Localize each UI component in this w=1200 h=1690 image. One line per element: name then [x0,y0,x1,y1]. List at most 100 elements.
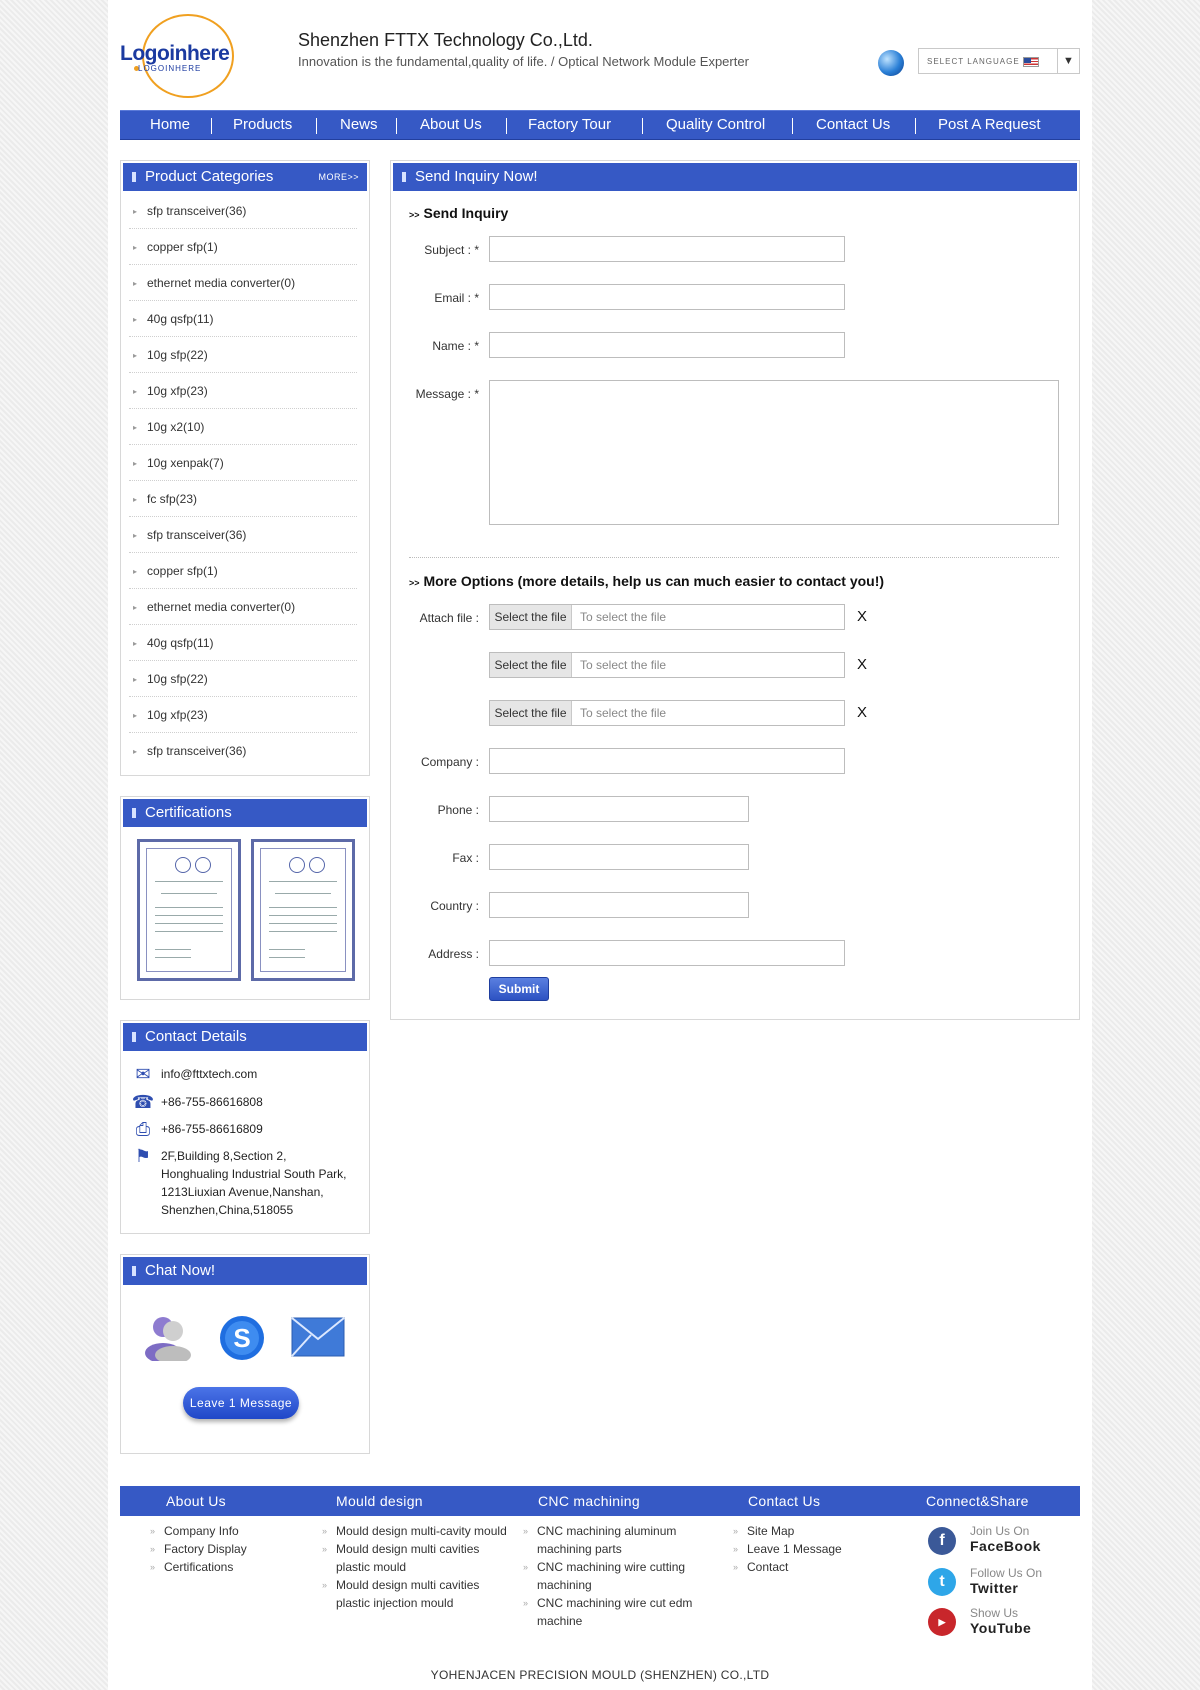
file-input[interactable]: Select the file To select the file [489,652,845,678]
footer-link-text: Leave 1 Message [747,1542,842,1556]
nav-home[interactable]: Home [150,111,190,139]
us-flag-icon [1023,57,1039,67]
certificate-line [155,957,191,958]
footer-link-cnc[interactable]: machine [537,1612,582,1630]
category-item[interactable]: ▸ sfp transceiver(36) [129,517,357,553]
remove-file-button[interactable]: X [857,608,867,625]
certificate-line [161,893,217,894]
category-item[interactable]: ▸ ethernet media converter(0) [129,589,357,625]
footer-link-leave-message[interactable]: » Leave 1 Message [733,1540,842,1558]
certificate-frame [146,848,232,972]
nav-products[interactable]: Products [233,111,292,139]
footer-link-company-info[interactable]: » Company Info [150,1522,239,1540]
select-file-button[interactable]: Select the file [490,605,572,629]
category-label: 10g sfp(22) [147,672,208,686]
certificate-line [269,915,337,916]
chevron-right-icon: ▸ [133,747,138,756]
category-item[interactable]: ▸ 10g x2(10) [129,409,357,445]
category-label: 10g xfp(23) [147,708,208,722]
certificate-image[interactable] [251,839,355,981]
category-item[interactable]: ▸ ethernet media converter(0) [129,265,357,301]
message-textarea[interactable] [489,380,1059,525]
footer-link-text: CNC machining wire cutting [537,1560,686,1574]
category-item[interactable]: ▸ 10g sfp(22) [129,337,357,373]
category-item[interactable]: ▸ 10g xfp(23) [129,697,357,733]
category-item[interactable]: ▸ 10g sfp(22) [129,661,357,697]
category-item[interactable]: ▸ 40g qsfp(11) [129,625,357,661]
contact-email[interactable]: info@fttxtech.com [161,1065,257,1083]
twitter-icon[interactable]: t [928,1568,956,1596]
footer-link-mould[interactable]: » Mould design multi cavities [322,1540,479,1558]
leave-message-button[interactable]: Leave 1 Message [183,1387,299,1419]
nav-post-a-request[interactable]: Post A Request [938,111,1041,139]
footer-link-site-map[interactable]: » Site Map [733,1522,794,1540]
category-item[interactable]: ▸ copper sfp(1) [129,229,357,265]
company-input[interactable] [489,748,845,774]
chat-now-title: Chat Now! [123,1257,367,1285]
name-input[interactable] [489,332,845,358]
contact-fax: +86-755-86616809 [161,1122,263,1136]
category-item[interactable]: ▸ sfp transceiver(36) [129,193,357,229]
file-input[interactable]: Select the file To select the file [489,604,845,630]
footer-link-mould[interactable]: plastic injection mould [336,1594,453,1612]
youtube-icon[interactable]: ▶ [928,1608,956,1636]
nav-contact-us[interactable]: Contact Us [816,111,890,139]
certificate-seal-icon [309,857,325,873]
file-placeholder: To select the file [580,610,667,624]
name-label: Name : * [432,339,479,353]
country-input[interactable] [489,892,749,918]
chevron-right-icon: ▸ [133,423,138,432]
category-item[interactable]: ▸ 40g qsfp(11) [129,301,357,337]
category-item[interactable]: ▸ sfp transceiver(36) [129,733,357,769]
remove-file-button[interactable]: X [857,656,867,673]
email-input[interactable] [489,284,845,310]
footer-cnc-title: CNC machining [538,1493,640,1509]
footer-link-certifications[interactable]: » Certifications [150,1558,233,1576]
footer-link-cnc[interactable]: machining parts [537,1540,622,1558]
phone-input[interactable] [489,796,749,822]
submit-button[interactable]: Submit [489,977,549,1001]
nav-factory-tour[interactable]: Factory Tour [528,111,611,139]
category-item[interactable]: ▸ fc sfp(23) [129,481,357,517]
footer-link-cnc[interactable]: » CNC machining wire cutting [523,1558,686,1576]
footer-link-mould[interactable]: » Mould design multi-cavity mould [322,1522,507,1540]
skype-icon[interactable]: S [219,1315,265,1361]
address-input[interactable] [489,940,845,966]
language-select[interactable]: SELECT LANGUAGE ▼ [918,48,1080,74]
more-link[interactable]: MORE>> [318,163,359,191]
select-file-button[interactable]: Select the file [490,701,572,725]
file-input[interactable]: Select the file To select the file [489,700,845,726]
nav-about-us[interactable]: About Us [420,111,482,139]
logo-text[interactable]: Logoinhere [120,42,230,66]
youtube-link[interactable]: YouTube [970,1620,1031,1636]
remove-file-button[interactable]: X [857,704,867,721]
subject-input[interactable] [489,236,845,262]
chevron-right-icon: ▸ [133,531,138,540]
envelope-icon[interactable] [291,1317,345,1357]
footer-link-cnc[interactable]: machining [537,1576,592,1594]
certificate-image[interactable] [137,839,241,981]
twitter-link[interactable]: Twitter [970,1580,1018,1596]
footer-link-cnc[interactable]: » CNC machining aluminum [523,1522,676,1540]
category-item[interactable]: ▸ copper sfp(1) [129,553,357,589]
footer-link-mould[interactable]: plastic mould [336,1558,406,1576]
certifications-panel: Certifications [120,796,370,1000]
footer-link-factory-display[interactable]: » Factory Display [150,1540,247,1558]
category-label: sfp transceiver(36) [147,744,247,758]
footer-link-contact[interactable]: » Contact [733,1558,788,1576]
nav-quality-control[interactable]: Quality Control [666,111,765,139]
category-item[interactable]: ▸ 10g xenpak(7) [129,445,357,481]
category-label: 10g x2(10) [147,420,205,434]
footer-link-cnc[interactable]: » CNC machining wire cut edm [523,1594,692,1612]
footer-link-mould[interactable]: » Mould design multi cavities [322,1576,479,1594]
facebook-icon[interactable]: f [928,1527,956,1555]
chevron-down-icon[interactable]: ▼ [1057,49,1079,73]
chevron-right-icon: ▸ [133,567,138,576]
category-item[interactable]: ▸ 10g xfp(23) [129,373,357,409]
select-file-button[interactable]: Select the file [490,653,572,677]
messenger-icon[interactable] [141,1315,193,1361]
nav-separator [642,118,643,134]
fax-input[interactable] [489,844,749,870]
nav-news[interactable]: News [340,111,378,139]
facebook-link[interactable]: FaceBook [970,1538,1041,1554]
